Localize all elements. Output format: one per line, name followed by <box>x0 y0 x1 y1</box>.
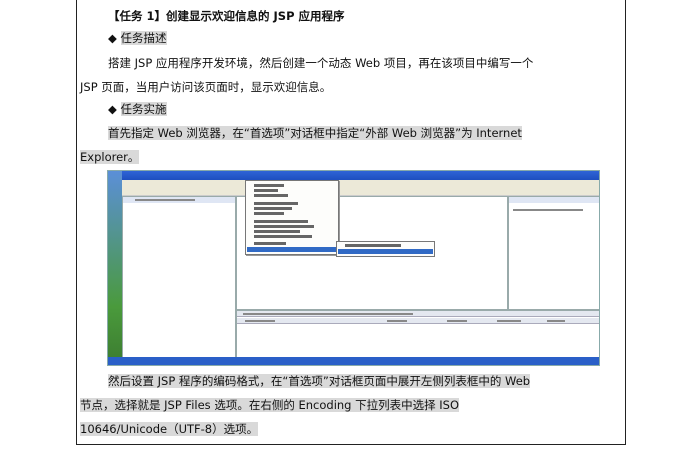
servers-pane <box>236 310 599 358</box>
paragraph-line: JSP 页面，当用户访问该页面时，显示欢迎信息。 <box>80 80 332 94</box>
window-menu-dropdown <box>245 180 339 255</box>
diamond-bullet-icon: ◆ <box>108 31 117 45</box>
project-explorer-pane <box>122 196 236 358</box>
paragraph-line: 首先指定 Web 浏览器，在“首选项”对话框中指定“外部 Web 浏览器”为 I… <box>108 124 522 142</box>
highlighted-text: 节点，选择就是 JSP Files 选项。在右侧的 Encoding 下拉列表中… <box>80 398 460 412</box>
task-heading: 【任务 1】创建显示欢迎信息的 JSP 应用程序 <box>108 9 345 23</box>
paragraph-line: Explorer。 <box>80 148 140 166</box>
section-task-implementation: ◆ 任务实施 <box>108 100 167 118</box>
outline-pane <box>508 196 599 310</box>
paragraph-line: 节点，选择就是 JSP Files 选项。在右侧的 Encoding 下拉列表中… <box>80 396 460 414</box>
window-titlebar <box>122 171 599 180</box>
external-browser-option <box>338 249 433 254</box>
tool-bar <box>122 187 599 196</box>
document-bottom-rule <box>76 444 626 445</box>
highlighted-text: 首先指定 Web 浏览器，在“首选项”对话框中指定“外部 Web 浏览器”为 I… <box>108 126 522 140</box>
highlighted-text: 然后设置 JSP 程序的编码格式，在“首选项”对话框页面中展开左侧列表框中的 W… <box>108 374 531 388</box>
section-title: 任务实施 <box>120 102 167 116</box>
section-task-description: ◆ 任务描述 <box>108 29 167 47</box>
highlighted-text: Explorer。 <box>80 150 140 164</box>
paragraph-line: 10646/Unicode（UTF-8）选项。 <box>80 420 259 438</box>
paragraph-line: 然后设置 JSP 程序的编码格式，在“首选项”对话框页面中展开左侧列表框中的 W… <box>108 372 531 390</box>
desktop-background <box>108 171 122 365</box>
web-browser-submenu <box>336 241 435 257</box>
paragraph-line: 搭建 JSP 应用程序开发环境，然后创建一个动态 Web 项目，再在该项目中编写… <box>108 56 534 70</box>
windows-taskbar <box>108 357 599 365</box>
preferences-menu-item <box>247 247 337 252</box>
highlighted-text: 10646/Unicode（UTF-8）选项。 <box>80 422 259 436</box>
eclipse-screenshot <box>107 170 600 366</box>
diamond-bullet-icon: ◆ <box>108 102 117 116</box>
section-title: 任务描述 <box>120 31 167 45</box>
